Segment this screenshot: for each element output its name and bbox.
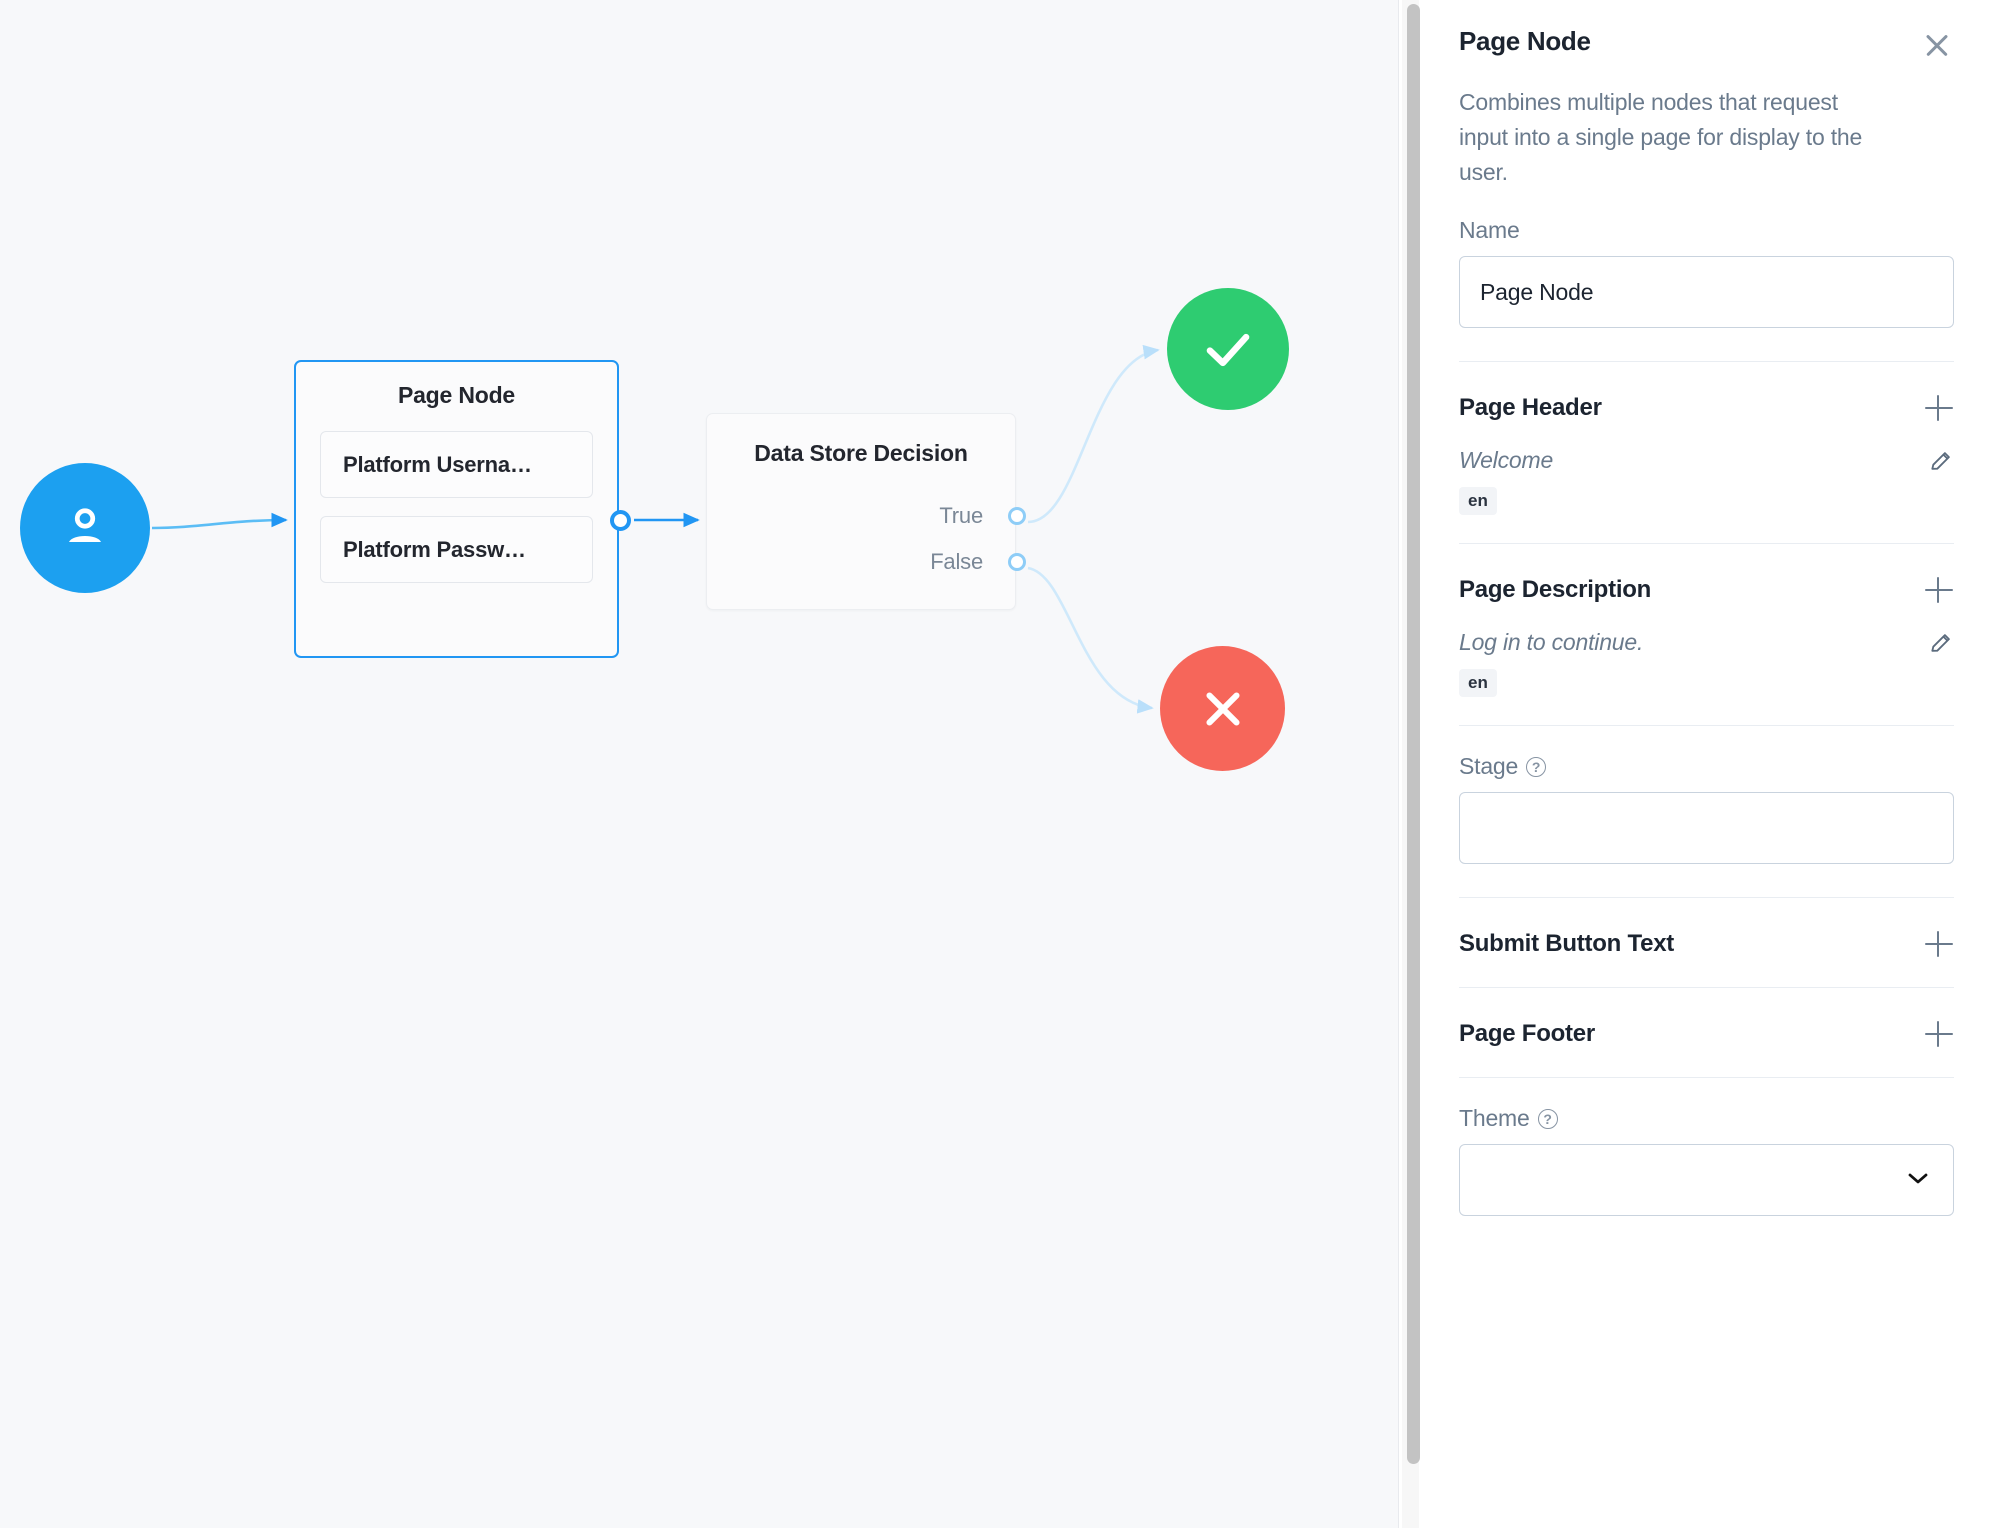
- panel-title: Page Node: [1459, 26, 1591, 56]
- close-x-icon: [1205, 691, 1240, 726]
- page-node-field-username[interactable]: Platform Userna…: [320, 431, 593, 498]
- stage-label-text: Stage: [1459, 753, 1519, 779]
- decision-output-false-label: False: [930, 549, 983, 574]
- divider: [1459, 543, 1954, 544]
- divider: [1459, 725, 1954, 726]
- page-footer-add-icon[interactable]: [1924, 1019, 1954, 1049]
- node-properties-panel: Page Node Combines multiple nodes that r…: [1398, 0, 1999, 1528]
- page-header-edit-icon[interactable]: [1928, 448, 1954, 474]
- flow-edges: [151, 344, 1160, 714]
- page-node-title: Page Node: [397, 382, 516, 408]
- decision-output-true-label: True: [939, 503, 983, 528]
- chevron-down-icon: [1907, 1169, 1929, 1192]
- help-icon[interactable]: ?: [1537, 1108, 1558, 1129]
- page-footer-title: Page Footer: [1459, 1020, 1595, 1047]
- submit-button-text-add-icon[interactable]: [1924, 929, 1954, 959]
- page-description-add-icon[interactable]: [1924, 575, 1954, 605]
- success-outcome-node[interactable]: [1167, 288, 1289, 410]
- stage-field-label: Stage ?: [1459, 753, 1954, 780]
- page-node-card[interactable]: Page Node Platform Userna… Platform Pass…: [294, 360, 619, 658]
- decision-output-false[interactable]: False: [707, 539, 1026, 585]
- page-description-lang-badge: en: [1459, 669, 1498, 697]
- page-node-field-password[interactable]: Platform Passw…: [320, 516, 593, 583]
- panel-scrollbar-track[interactable]: [1402, 0, 1420, 1528]
- page-header-title: Page Header: [1459, 394, 1602, 421]
- decision-output-true-port[interactable]: [1008, 507, 1026, 525]
- page-header-section: Page Header: [1459, 393, 1954, 423]
- panel-header: Page Node: [1459, 26, 1954, 62]
- submit-button-text-section: Submit Button Text: [1459, 929, 1954, 959]
- page-description-value-row: Log in to continue.: [1459, 629, 1954, 656]
- start-node[interactable]: [20, 463, 150, 593]
- user-icon: [69, 508, 101, 542]
- theme-select[interactable]: [1459, 1144, 1954, 1216]
- page-description-value: Log in to continue.: [1459, 629, 1644, 655]
- check-icon: [1206, 333, 1250, 367]
- help-icon[interactable]: ?: [1526, 756, 1547, 777]
- page-description-edit-icon[interactable]: [1928, 630, 1954, 656]
- close-icon[interactable]: [1920, 28, 1954, 62]
- flow-canvas[interactable]: Page Node Platform Userna… Platform Pass…: [0, 0, 1398, 1528]
- theme-label-text: Theme: [1459, 1105, 1530, 1131]
- divider: [1459, 987, 1954, 988]
- decision-outputs: True False: [707, 493, 1026, 585]
- data-store-decision-node[interactable]: Data Store Decision True False: [706, 413, 1026, 610]
- page-node-output-port[interactable]: [610, 510, 631, 531]
- decision-node-title: Data Store Decision: [754, 440, 968, 466]
- failure-outcome-node[interactable]: [1160, 646, 1285, 771]
- theme-field-label: Theme ?: [1459, 1105, 1954, 1132]
- page-footer-section: Page Footer: [1459, 1019, 1954, 1049]
- submit-button-text-title: Submit Button Text: [1459, 930, 1675, 957]
- page-header-lang-badge: en: [1459, 487, 1498, 515]
- panel-scrollbar-thumb[interactable]: [1407, 4, 1420, 1464]
- divider: [1459, 1077, 1954, 1078]
- decision-output-false-port[interactable]: [1008, 553, 1026, 571]
- divider: [1459, 897, 1954, 898]
- decision-output-true[interactable]: True: [707, 493, 1026, 539]
- flow-editor: Page Node Platform Userna… Platform Pass…: [0, 0, 1999, 1528]
- page-header-value: Welcome: [1459, 447, 1554, 473]
- divider: [1459, 361, 1954, 362]
- page-description-section: Page Description: [1459, 575, 1954, 605]
- name-field-label: Name: [1459, 217, 1520, 243]
- panel-description: Combines multiple nodes that request inp…: [1459, 89, 1863, 185]
- page-description-title: Page Description: [1459, 576, 1652, 603]
- name-input[interactable]: [1459, 256, 1954, 328]
- stage-input[interactable]: [1459, 792, 1954, 864]
- page-header-value-row: Welcome: [1459, 447, 1954, 474]
- page-header-add-icon[interactable]: [1924, 393, 1954, 423]
